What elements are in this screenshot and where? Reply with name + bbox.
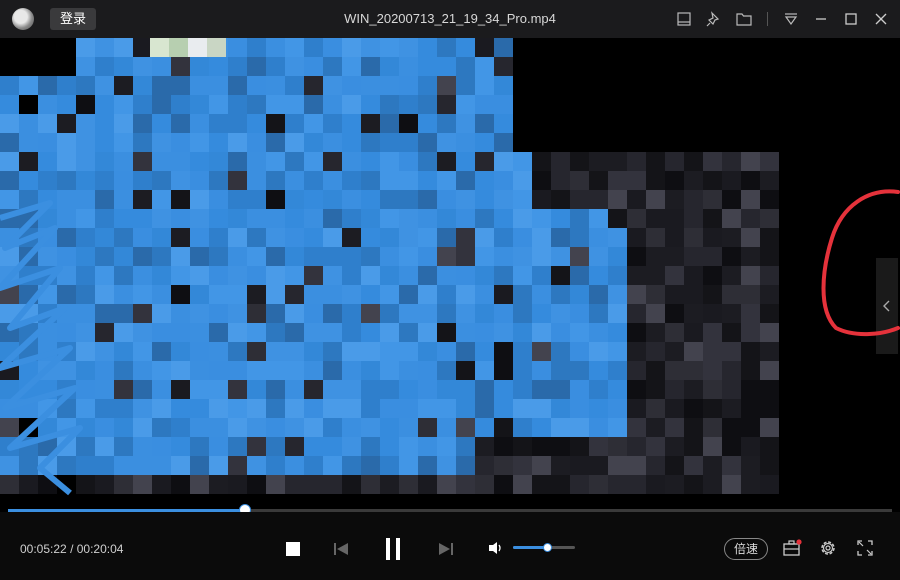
login-button[interactable]: 登录 bbox=[50, 8, 96, 30]
volume-icon bbox=[489, 542, 501, 554]
chevron-left-icon bbox=[883, 300, 890, 312]
pixelated-video-content bbox=[0, 38, 779, 496]
playlist-toggle-button[interactable] bbox=[876, 258, 898, 354]
settings-button[interactable] bbox=[818, 538, 838, 558]
app-logo-icon bbox=[12, 8, 34, 30]
notification-dot bbox=[796, 539, 802, 545]
mute-button[interactable] bbox=[487, 540, 505, 556]
video-frame[interactable] bbox=[0, 38, 900, 508]
menu-dropdown-icon[interactable] bbox=[782, 10, 800, 28]
title-bar: 登录 WIN_20200713_21_19_34_Pro.mp4 bbox=[0, 0, 900, 38]
volume-handle[interactable] bbox=[543, 543, 553, 552]
previous-button[interactable] bbox=[331, 540, 351, 558]
divider bbox=[767, 12, 768, 26]
time-separator: / bbox=[70, 542, 74, 556]
speed-button[interactable]: 倍速 bbox=[724, 538, 768, 560]
toolbox-button[interactable] bbox=[781, 538, 803, 558]
gear-icon bbox=[821, 541, 835, 555]
volume-slider-fill bbox=[513, 546, 548, 549]
toolbox-icon bbox=[783, 539, 802, 556]
next-button[interactable] bbox=[436, 540, 456, 558]
folder-icon[interactable] bbox=[735, 10, 753, 28]
volume-slider[interactable] bbox=[513, 543, 575, 552]
minimize-icon[interactable] bbox=[812, 10, 830, 28]
total-time: 00:20:04 bbox=[76, 542, 124, 556]
stop-button[interactable] bbox=[284, 540, 302, 558]
fullscreen-icon bbox=[857, 540, 873, 556]
mini-mode-icon[interactable] bbox=[675, 10, 693, 28]
current-time: 00:05:22 bbox=[20, 542, 67, 556]
skip-previous-icon bbox=[334, 543, 348, 555]
pin-icon[interactable] bbox=[705, 10, 723, 28]
stop-icon bbox=[286, 542, 300, 556]
pause-button[interactable] bbox=[381, 536, 405, 562]
control-bar: 00:05:22 / 00:20:04 倍速 bbox=[0, 512, 900, 580]
skip-next-icon bbox=[439, 543, 453, 555]
close-icon[interactable] bbox=[872, 10, 890, 28]
pause-icon bbox=[386, 538, 400, 560]
maximize-icon[interactable] bbox=[842, 10, 860, 28]
time-display: 00:05:22 / 00:20:04 bbox=[20, 542, 123, 556]
fullscreen-button[interactable] bbox=[855, 538, 875, 558]
